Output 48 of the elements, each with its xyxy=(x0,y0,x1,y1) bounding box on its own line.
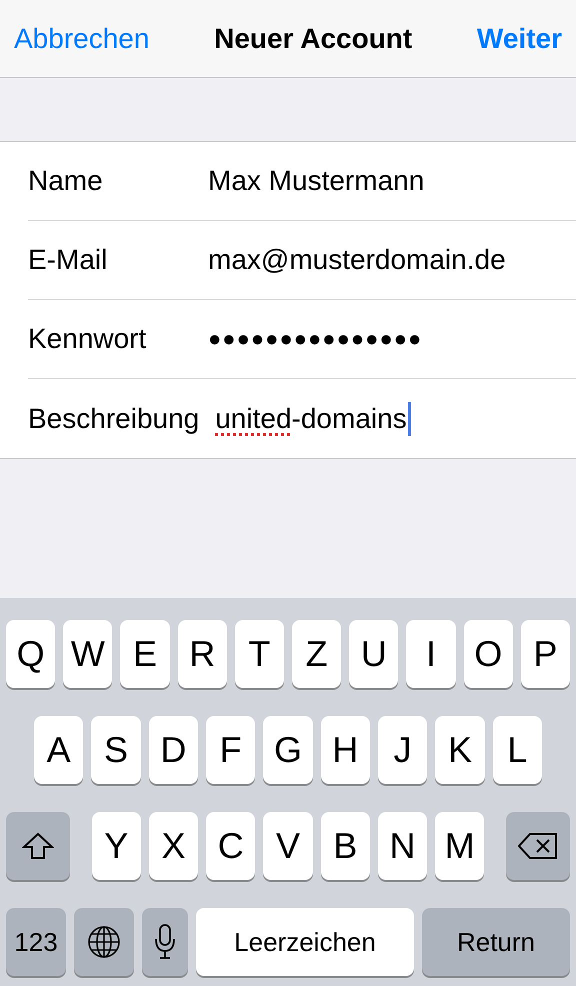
next-button[interactable]: Weiter xyxy=(476,22,562,54)
field-value[interactable]: united-domains xyxy=(215,402,407,434)
shift-icon xyxy=(22,832,54,860)
globe-icon xyxy=(87,925,121,959)
key[interactable]: L xyxy=(492,716,542,784)
globe-key[interactable] xyxy=(74,908,134,976)
key[interactable]: U xyxy=(349,620,398,688)
key[interactable]: O xyxy=(464,620,513,688)
field-value[interactable]: Max Mustermann xyxy=(208,165,424,197)
key[interactable]: P xyxy=(520,620,570,688)
backspace-key[interactable] xyxy=(506,812,570,880)
key[interactable]: V xyxy=(263,812,313,880)
key[interactable]: Z xyxy=(292,620,342,688)
key[interactable]: J xyxy=(378,716,428,784)
shift-key[interactable] xyxy=(6,812,70,880)
backspace-icon xyxy=(518,832,558,860)
key[interactable]: I xyxy=(406,620,456,688)
dictation-key[interactable] xyxy=(142,908,188,976)
key[interactable]: X xyxy=(148,812,198,880)
space-key[interactable]: Leerzeichen xyxy=(196,908,414,976)
key[interactable]: A xyxy=(34,716,84,784)
field-value[interactable]: max@musterdomain.de xyxy=(208,244,506,276)
return-key[interactable]: Return xyxy=(422,908,570,976)
field-label: Kennwort xyxy=(28,323,148,355)
key[interactable]: F xyxy=(206,716,256,784)
password-field[interactable]: ●●●●●●●●●●●●●●● xyxy=(208,326,422,352)
numbers-key[interactable]: 123 xyxy=(6,908,66,976)
key[interactable]: C xyxy=(206,812,256,880)
key[interactable]: T xyxy=(234,620,284,688)
field-label: Name xyxy=(28,165,104,197)
key[interactable]: W xyxy=(63,620,112,688)
nav-title: Neuer Account xyxy=(214,22,412,54)
field-label: E-Mail xyxy=(28,244,108,276)
key[interactable]: K xyxy=(435,716,485,784)
key[interactable]: D xyxy=(148,716,198,784)
key[interactable]: B xyxy=(320,812,370,880)
key[interactable]: Y xyxy=(92,812,141,880)
key[interactable]: M xyxy=(435,812,484,880)
key[interactable]: N xyxy=(378,812,428,880)
key[interactable]: S xyxy=(91,716,141,784)
microphone-icon xyxy=(154,924,176,960)
key[interactable]: Q xyxy=(6,620,56,688)
key[interactable]: R xyxy=(178,620,227,688)
key[interactable]: H xyxy=(320,716,370,784)
field-label: Beschreibung xyxy=(28,402,200,434)
key[interactable]: E xyxy=(120,620,170,688)
key[interactable]: G xyxy=(263,716,313,784)
cancel-button[interactable]: Abbrechen xyxy=(14,22,150,54)
